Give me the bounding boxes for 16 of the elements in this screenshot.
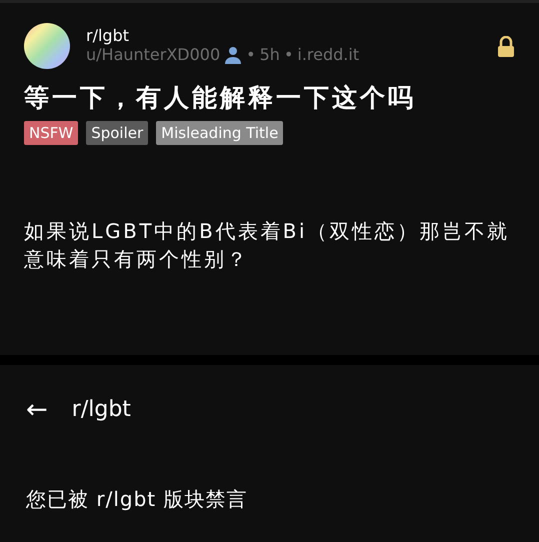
subreddit-name[interactable]: r/lgbt: [86, 27, 481, 45]
ban-message: 您已被 r/lgbt 版块禁言: [26, 486, 248, 513]
post-flair: Misleading Title: [156, 120, 284, 145]
post-flair: NSFW: [24, 120, 78, 145]
back-button[interactable]: ←: [26, 396, 48, 422]
header-title: r/lgbt: [72, 396, 131, 424]
user-icon: [224, 46, 242, 64]
post-domain[interactable]: i.redd.it: [297, 45, 360, 65]
post-body: 如果说LGBT中的B代表着Bi（双性恋）那岂不就意味着只有两个性别？: [24, 218, 511, 273]
separator-dot: •: [284, 45, 294, 65]
post-age: 5h: [260, 45, 280, 65]
subreddit-avatar[interactable]: [24, 23, 70, 69]
post-flair: Spoiler: [86, 120, 148, 145]
author-name[interactable]: u/HaunterXD000: [86, 45, 220, 65]
post-title: 等一下，有人能解释一下这个吗: [24, 82, 417, 114]
separator-dot: •: [246, 45, 256, 65]
